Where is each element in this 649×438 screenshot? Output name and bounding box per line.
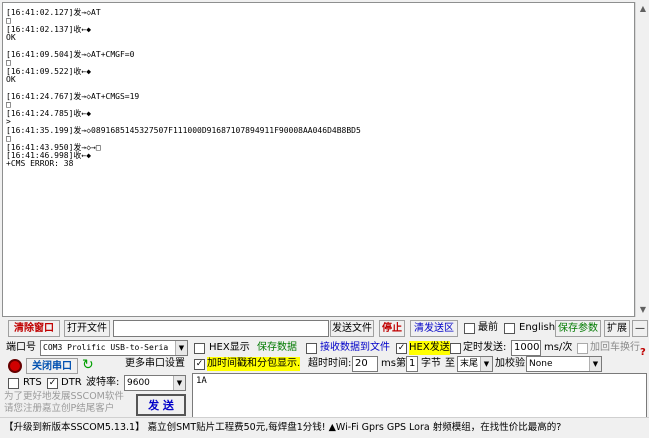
to-select[interactable]: 末尾 ▼ [457, 356, 493, 372]
byte-unit: 字节 [421, 358, 441, 369]
checksum-label: 加校验 [495, 358, 525, 369]
send-input[interactable]: 1A [192, 373, 647, 418]
promo-text: 为了更好地发展SSCOM软件 请您注册嘉立创P结尾客户 [4, 391, 124, 414]
english-checkbox[interactable] [504, 323, 515, 334]
send-button[interactable]: 发 送 [136, 394, 186, 416]
timed-send-label: 定时发送: [463, 342, 507, 353]
file-path-input[interactable] [113, 320, 329, 337]
log-line: [16:41:24.767]发→◇AT+CMGS=19 [6, 92, 140, 102]
save-data-button[interactable]: 保存数据 [254, 340, 300, 357]
status-bar: 【升级到新版本SSCOM5.13.1】 嘉立创SMT贴片工程费50元,每焊盘1分… [0, 417, 649, 438]
log-line: [16:41:35.199]发→◇0891685145327507F111000… [6, 125, 361, 135]
timeout-unit: ms [381, 358, 396, 369]
chevron-down-icon: ▼ [480, 357, 492, 371]
recv-to-file-label: 接收数据到文件 [320, 342, 390, 353]
topmost-checkbox[interactable] [464, 323, 475, 334]
hex-display-checkbox[interactable] [194, 343, 205, 354]
topmost-label: 最前 [478, 322, 498, 333]
baud-select[interactable]: 9600 ▼ [124, 375, 186, 391]
log-line: [16:41:24.785]收←◆ [6, 108, 92, 118]
log-line: +CMS ERROR: 38 [6, 159, 74, 169]
dtr-checkbox[interactable]: ✓ [47, 378, 58, 389]
chevron-down-icon: ▼ [175, 341, 187, 355]
rts-checkbox[interactable] [8, 378, 19, 389]
baud-value: 9600 [127, 378, 150, 388]
clear-send-area-button[interactable]: 清发送区 [410, 320, 458, 337]
byte-prefix: 第 [396, 358, 406, 369]
timeout-input[interactable]: 20 [352, 356, 378, 372]
log-line: [16:41:02.127]发→◇AT [6, 8, 101, 17]
baud-label: 波特率: [86, 377, 120, 388]
send-content: 1A [196, 376, 207, 386]
port-value: COM3 Prolific USB-to-Seria [43, 343, 169, 352]
log-line: OK [6, 33, 16, 43]
close-port-button[interactable]: 关闭串口 [26, 358, 78, 374]
open-file-button[interactable]: 打开文件 [64, 320, 110, 337]
collapse-button[interactable]: — [632, 320, 648, 337]
more-settings-button[interactable]: 更多串口设置 [124, 356, 186, 372]
to-label: 至 [445, 358, 455, 369]
log-line: [16:41:02.137]收←◆ [6, 24, 92, 34]
help-icon[interactable]: ? [640, 347, 646, 358]
add-crlf-label: 加回车换行 [590, 342, 640, 353]
interval-unit: ms/次 [544, 342, 573, 353]
timed-send-checkbox[interactable] [450, 343, 461, 354]
dtr-label: DTR [61, 377, 82, 388]
recv-to-file-checkbox[interactable] [306, 343, 317, 354]
log-scrollbar[interactable]: ▲ ▼ [635, 2, 649, 317]
hex-send-checkbox[interactable]: ✓ [396, 343, 407, 354]
checksum-value: None [529, 359, 553, 369]
expand-button[interactable]: 扩展 [604, 320, 630, 337]
checksum-select[interactable]: None ▼ [526, 356, 602, 372]
send-file-button[interactable]: 发送文件 [330, 320, 374, 337]
scroll-up-icon[interactable]: ▲ [636, 2, 649, 16]
log-line: [16:41:09.522]收←◆ [6, 66, 92, 76]
port-status-icon [8, 359, 22, 373]
clear-window-button[interactable]: 清除窗口 [8, 320, 60, 337]
byte-index-input[interactable]: 1 [406, 356, 418, 372]
hex-send-label: HEX发送 [409, 341, 450, 355]
port-select[interactable]: COM3 Prolific USB-to-Seria ▼ [40, 340, 188, 356]
receive-log[interactable]: [16:41:02.127]发→◇AT □ [16:41:02.137]收←◆ OK … [2, 2, 635, 317]
rts-label: RTS [23, 377, 42, 388]
chevron-down-icon: ▼ [589, 357, 601, 371]
log-line: OK [6, 75, 16, 85]
timestamp-label: 加时间戳和分包显示. [207, 357, 301, 371]
timestamp-checkbox[interactable]: ✓ [194, 359, 205, 370]
hex-display-label: HEX显示 [209, 342, 250, 353]
port-label: 端口号 [6, 342, 36, 353]
save-params-button[interactable]: 保存参数 [555, 320, 601, 337]
refresh-icon[interactable]: ↻ [82, 358, 94, 372]
stop-button[interactable]: 停止 [379, 320, 405, 337]
scroll-down-icon[interactable]: ▼ [636, 303, 649, 317]
english-label: English [519, 322, 556, 333]
interval-input[interactable]: 1000 [511, 340, 541, 356]
log-lines: [16:41:02.127]发→◇AT □ [16:41:02.137]收←◆ OK … [6, 8, 361, 169]
log-line: [16:41:09.504]发→◇AT+CMGF=0 [6, 50, 135, 60]
chevron-down-icon: ▼ [173, 376, 185, 390]
add-crlf-checkbox[interactable] [577, 343, 588, 354]
to-value: 末尾 [460, 359, 479, 369]
timeout-label: 超时时间: [308, 358, 352, 369]
